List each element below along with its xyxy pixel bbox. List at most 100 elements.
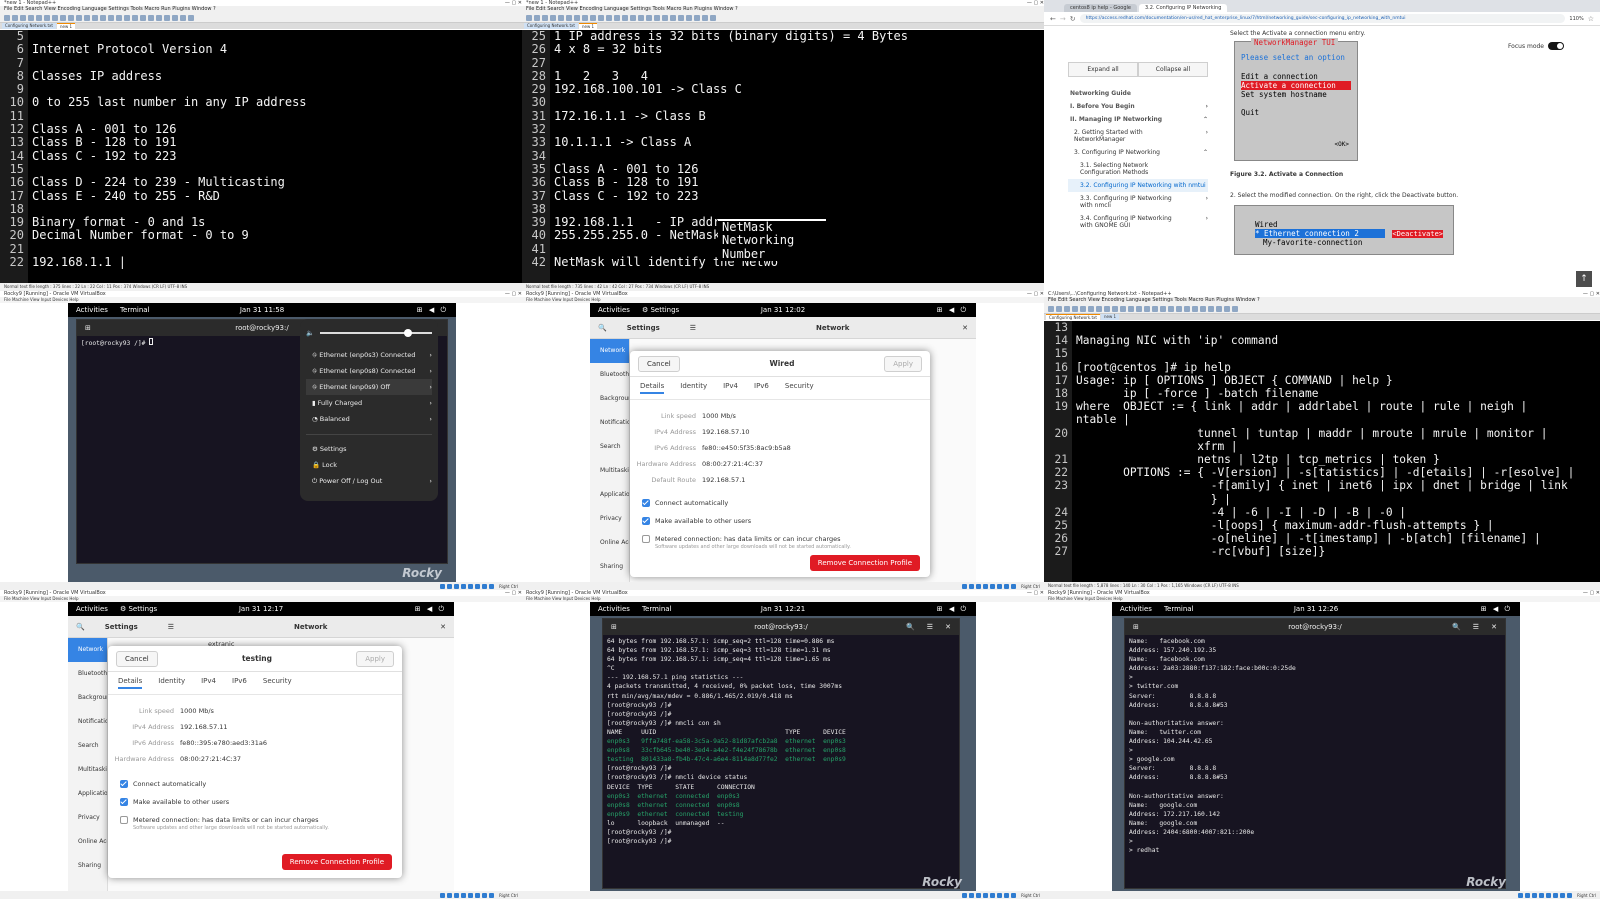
vm-screen[interactable]: Activities Terminal Jan 31 12:21 ⊞ ◀ ⏻ ⊞… — [590, 602, 976, 891]
toc-item[interactable]: 3.3. Configuring IP Networking with nmcl… — [1068, 192, 1208, 212]
apply-button[interactable]: Apply — [356, 650, 394, 667]
tab-bar[interactable]: Configuring Network.txt new 1 — [1044, 314, 1600, 320]
vm-screen[interactable]: Activities ⚙ Settings Jan 31 12:02 ⊞ ◀ ⏻… — [590, 303, 976, 582]
tab-new-1[interactable]: new 1 — [1100, 314, 1120, 320]
code-line[interactable]: Class B - 128 to 191 — [554, 175, 1044, 189]
new-tab-icon[interactable]: ⊞ — [1133, 623, 1139, 631]
code-line[interactable] — [1076, 321, 1600, 334]
code-line[interactable]: [root@centos ]# ip help — [1076, 361, 1600, 374]
app-indicator[interactable]: ⚙ Settings — [642, 306, 679, 314]
code-line[interactable]: Class D - 224 to 239 - Multicasting — [32, 175, 522, 189]
editor[interactable]: 13 14 15 16 17 18 19 20 21 22 23 24 25 26 27 Managi… — [1044, 321, 1600, 582]
menu-bar[interactable]: File Edit Search View Encoding Language … — [0, 6, 522, 13]
terminal-window[interactable]: ⊞ root@rocky93:/ 🔍 ☰ ✕ 64 bytes from 192… — [602, 618, 960, 889]
sidebar-item-bluetooth[interactable]: Bluetooth — [68, 662, 107, 686]
connect-automatically-checkbox[interactable]: Connect automatically — [108, 775, 402, 793]
autocomplete-item[interactable]: Networking — [722, 233, 826, 247]
settings-sidebar[interactable]: Network Bluetooth Background Notificatio… — [590, 339, 630, 582]
toc-item[interactable]: Networking Guide — [1068, 87, 1208, 100]
code-line[interactable] — [32, 30, 522, 43]
dialog-tabs[interactable]: Details Identity IPv4 IPv6 Security — [630, 377, 930, 400]
sidebar-item-online-accounts[interactable]: Online Accounts — [590, 531, 629, 555]
system-menu[interactable]: 🔈 ⛗ Ethernet (enp0s3) Connected › ⛗ Ether… — [300, 319, 438, 501]
close-icon[interactable]: ✕ — [945, 623, 951, 631]
activities-button[interactable]: Activities — [598, 306, 630, 314]
tab-new-1[interactable]: new 1 — [56, 23, 76, 29]
toc-item-active[interactable]: 3.2. Configuring IP Networking with nmtu… — [1068, 179, 1208, 192]
sidebar-item-bluetooth[interactable]: Bluetooth — [590, 363, 629, 387]
code-line[interactable]: -l[oops] { maximum-addr-flush-attempts }… — [1076, 519, 1600, 532]
sidebar-item-search[interactable]: Search — [68, 734, 107, 758]
star-icon[interactable]: ☆ — [1588, 15, 1594, 23]
tab-configuring-network[interactable]: Configuring Network.txt — [2, 23, 56, 29]
sidebar-item-sharing[interactable]: Sharing — [590, 555, 629, 579]
search-icon[interactable]: 🔍 — [906, 623, 915, 631]
sidebar-item-online-accounts[interactable]: Online Accounts — [68, 830, 107, 854]
code-line[interactable]: 1 IP address is 32 bits (binary digits) … — [554, 30, 1044, 43]
app-indicator[interactable]: ⚙ Settings — [120, 605, 157, 613]
system-tray[interactable]: ⊞ ◀ ⏻ — [937, 605, 968, 614]
code-line[interactable]: xfrm | — [1076, 440, 1600, 453]
tab-security[interactable]: Security — [785, 382, 814, 394]
sidebar-item-sharing[interactable]: Sharing — [68, 854, 107, 878]
toolbar[interactable] — [0, 13, 522, 23]
code-line[interactable] — [32, 163, 522, 176]
tab-bar[interactable]: Configuring Network.txt new 1 — [0, 23, 522, 29]
code-line[interactable]: -4 | -6 | -I | -D | -B | -0 | — [1076, 506, 1600, 519]
code-line[interactable]: Class B - 128 to 191 — [32, 136, 522, 150]
sidebar-item-privacy[interactable]: Privacy — [68, 806, 107, 830]
sidebar-item-multitasking[interactable]: Multitasking — [590, 459, 629, 483]
system-tray[interactable]: ⊞ ◀ ⏻ — [415, 605, 446, 614]
code-line[interactable]: Class A - 001 to 126 — [32, 122, 522, 136]
tab-bar[interactable]: Configuring Network.txt new 1 — [522, 23, 1044, 29]
window-controls[interactable]: — ▢ ✕ — [1027, 0, 1044, 6]
toc-item[interactable]: I. Before You Begin › — [1068, 100, 1208, 113]
remove-connection-button[interactable]: Remove Connection Profile — [809, 555, 920, 571]
menu-item-power-mode[interactable]: ◔ Balanced › — [306, 411, 432, 427]
code-line[interactable]: Class A - 001 to 126 — [554, 162, 1044, 176]
code-line[interactable]: 4 x 8 = 32 bits — [554, 42, 1044, 56]
code-line[interactable]: Class E - 240 to 255 - R&D — [32, 189, 522, 203]
code-line[interactable]: ntable | — [1076, 413, 1600, 426]
code-line[interactable]: 0 to 255 last number in any IP address — [32, 96, 522, 110]
code-line[interactable] — [554, 123, 1044, 136]
code-line[interactable]: Binary format - 0 and 1s — [32, 215, 522, 229]
code-line[interactable]: 192.168.100.101 -> Class C — [554, 82, 1044, 96]
hamburger-icon[interactable]: ☰ — [1473, 623, 1479, 631]
hamburger-icon[interactable]: ☰ — [690, 324, 696, 332]
toolbar[interactable] — [1044, 304, 1600, 314]
code-line[interactable]: Managing NIC with 'ip' command — [1076, 334, 1600, 347]
tab-ipv6[interactable]: IPv6 — [232, 677, 247, 689]
close-icon[interactable]: ✕ — [1491, 623, 1497, 631]
vm-screen[interactable]: Activities Terminal Jan 31 12:26 ⊞ ◀ ⏻ ⊞… — [1112, 602, 1520, 891]
clock[interactable]: Jan 31 11:58 — [240, 306, 284, 314]
code-line[interactable]: ip [ -force ] -batch filename — [1076, 387, 1600, 400]
search-icon[interactable]: 🔍 — [598, 324, 607, 332]
code-line[interactable]: Classes IP address — [32, 69, 522, 83]
cancel-button[interactable]: Cancel — [116, 650, 158, 667]
hamburger-icon[interactable]: ☰ — [168, 623, 174, 631]
toc-item[interactable]: 2. Getting Started with NetworkManager › — [1068, 126, 1208, 146]
browser-tab-google[interactable]: centos8 ip help - Google — [1064, 4, 1137, 12]
menu-item-ethernet-enp0s9[interactable]: ⛗ Ethernet (enp0s9) Off › — [306, 379, 432, 395]
settings-window[interactable]: 🔍 Settings ☰ Network ✕ extranic Network … — [68, 616, 454, 891]
menu-item-ethernet-enp0s3[interactable]: ⛗ Ethernet (enp0s3) Connected › — [306, 347, 432, 363]
url-field[interactable]: https://access.redhat.com/documentation/… — [1079, 14, 1566, 23]
code-line[interactable] — [554, 57, 1044, 70]
sidebar-item-notifications[interactable]: Notifications — [590, 411, 629, 435]
toc-item[interactable]: 3.1. Selecting Network Configuration Met… — [1068, 159, 1208, 179]
code-line[interactable]: Class C - 192 to 223 — [32, 149, 522, 163]
terminal-output[interactable]: Name: facebook.com Address: 157.240.192.3… — [1125, 635, 1505, 857]
app-indicator[interactable]: Terminal — [1164, 605, 1194, 613]
scroll-top-button[interactable]: ↑ — [1576, 271, 1592, 287]
reload-icon[interactable]: ↻ — [1070, 15, 1076, 23]
code-line[interactable]: where OBJECT := { link | addr | addrlabe… — [1076, 400, 1600, 413]
forward-icon[interactable]: → — [1060, 15, 1066, 23]
tab-ipv6[interactable]: IPv6 — [754, 382, 769, 394]
tab-identity[interactable]: Identity — [158, 677, 185, 689]
dialog-tabs[interactable]: Details Identity IPv4 IPv6 Security — [108, 672, 402, 695]
sidebar-item-applications[interactable]: Applications — [590, 483, 629, 507]
code-line[interactable]: 10.1.1.1 -> Class A — [554, 136, 1044, 150]
code-area[interactable]: Internet Protocol Version 4 Classes IP a… — [28, 30, 522, 283]
code-line[interactable]: } | — [1076, 493, 1600, 506]
